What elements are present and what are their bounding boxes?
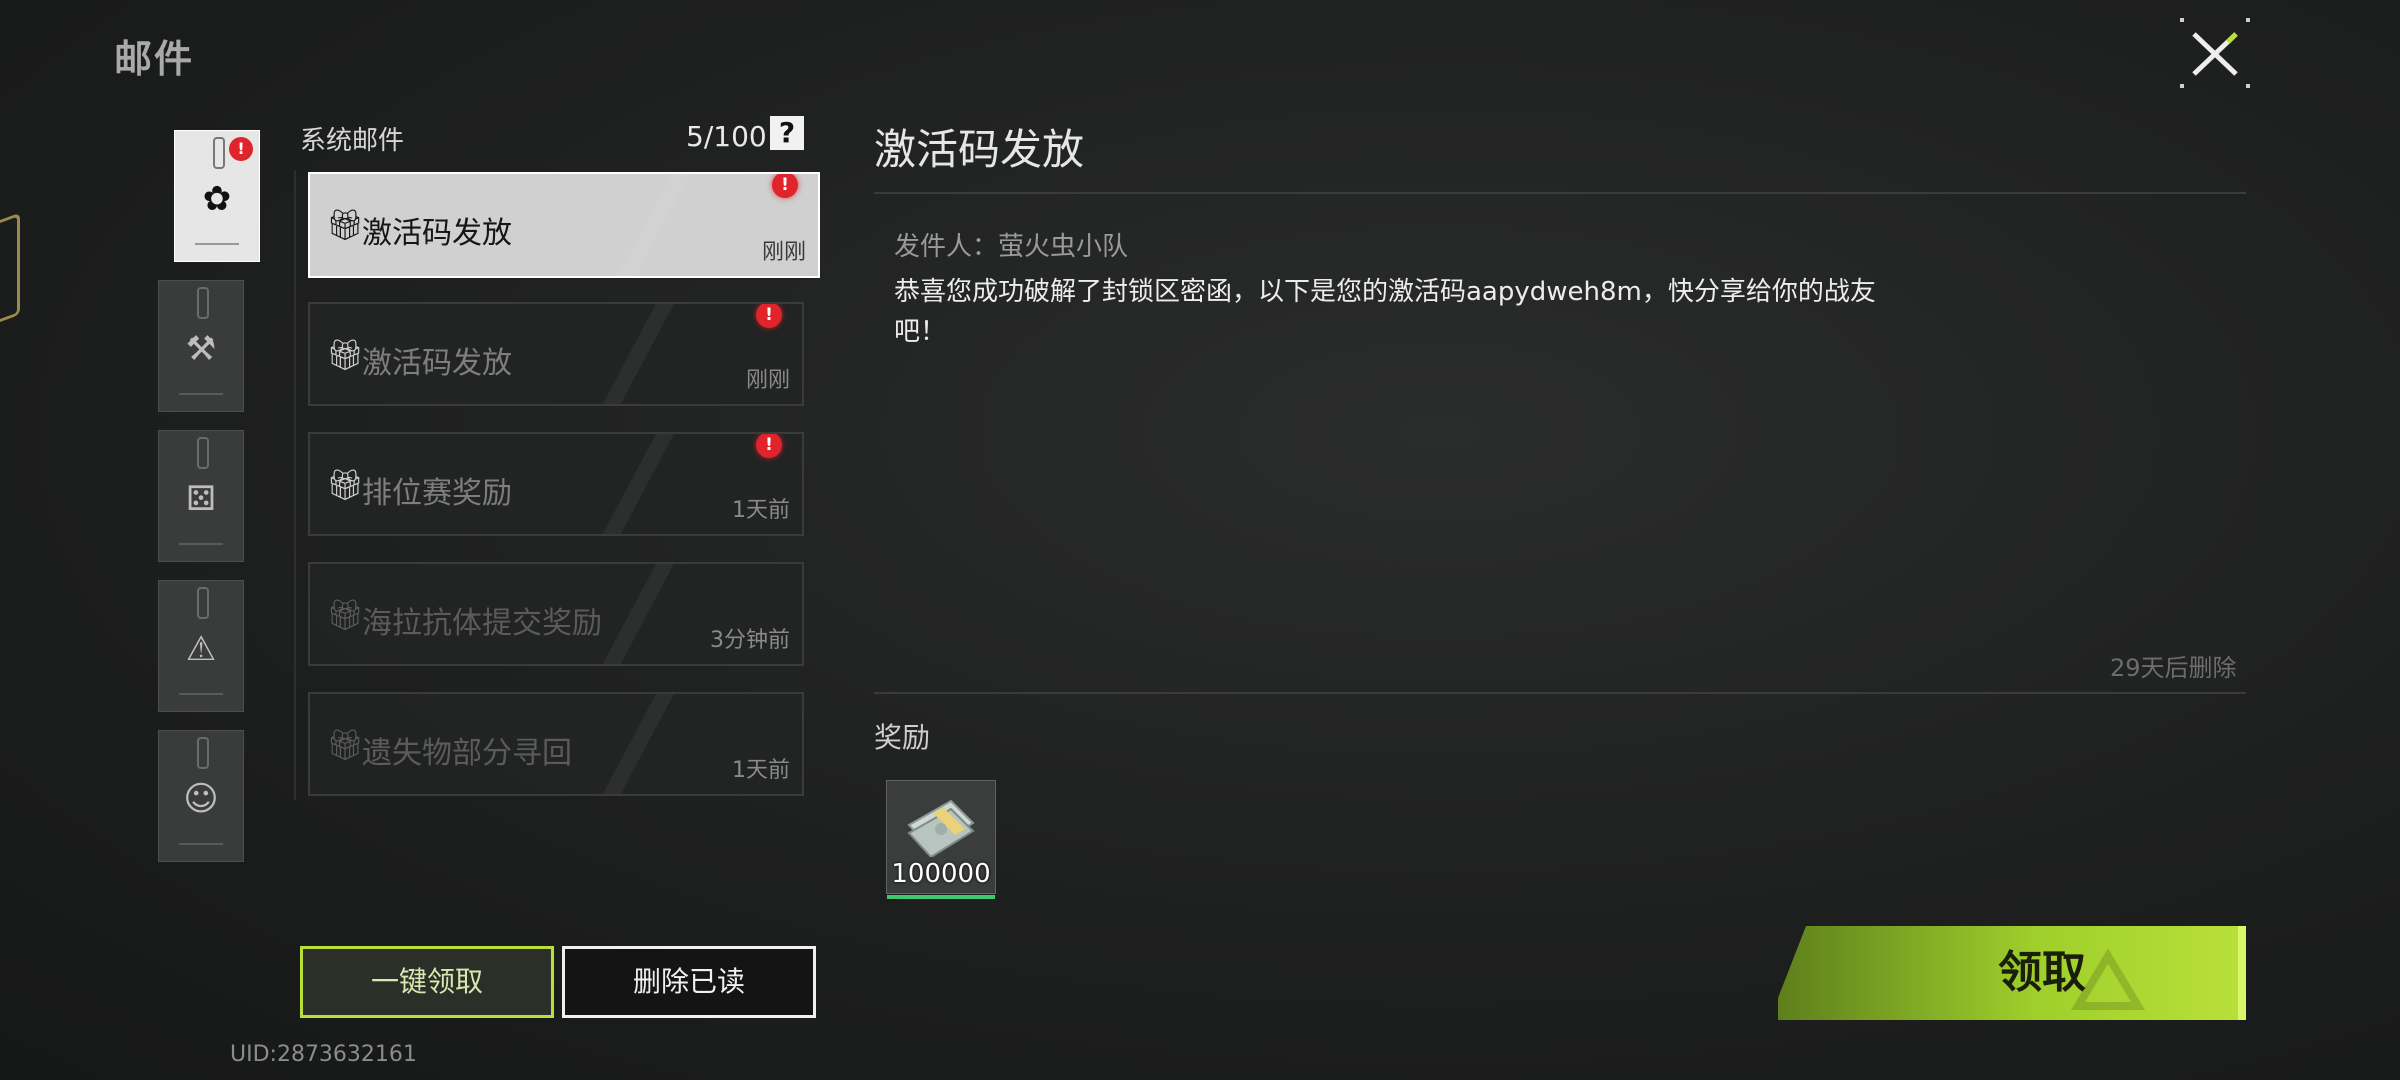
close-button[interactable] [2180,18,2250,88]
warning-icon: ⚠ [185,629,217,669]
gift-open-icon: 🎁︎ [326,728,365,763]
mail-time: 1天前 [732,758,790,783]
claim-button[interactable]: 领取 [1778,926,2246,1020]
help-icon[interactable]: ? [770,116,804,150]
envelope-line [179,693,223,695]
edge-badge [0,212,20,330]
list-divider [294,170,296,800]
reward-quantity: 100000 [891,859,991,889]
unread-badge: ! [772,174,798,198]
avatar-icon: ☺ [183,779,219,819]
mail-subject: 海拉抗体提交奖励 [362,606,602,641]
unread-badge: ! [229,137,253,161]
mail-body: 恭喜您成功破解了封锁区密函，以下是您的激活码aapydweh8m，快分享给你的战… [894,272,1934,352]
category-warning[interactable]: ⚠ [158,580,244,712]
envelope-string [197,737,209,769]
mail-count: 5/100 [686,120,767,153]
divider [874,692,2246,694]
unread-badge: ! [756,304,782,328]
claim-all-button[interactable]: 一键领取 [300,946,554,1018]
mail-subject: 排位赛奖励 [362,476,512,511]
envelope-string [213,137,225,169]
envelope-line [179,843,223,845]
user-id: UID:2873632161 [230,1042,417,1067]
gift-icon: 🎁︎ [326,338,365,373]
envelope-string [197,287,209,319]
mail-subject: 遗失物部分寻回 [362,736,572,771]
mail-body-line: 恭喜您成功破解了封锁区密函，以下是您的激活码aapydweh8m，快分享给你的战… [894,277,1876,307]
expire-notice: 29天后删除 [2110,654,2237,682]
mail-body-line: 吧！ [894,317,947,347]
rarity-bar [887,895,995,899]
delete-read-button[interactable]: 删除已读 [562,946,816,1018]
mail-sender: 发件人：萤火虫小队 [894,232,1129,262]
envelope-line [179,393,223,395]
reward-item[interactable]: 100000 [886,780,996,899]
unread-badge: ! [756,434,782,458]
gavel-icon: ⚒ [185,329,217,369]
mail-time: 刚刚 [745,368,790,393]
page-title: 邮件 [114,37,195,81]
mail-detail-title: 激活码发放 [874,125,1085,174]
mail-item[interactable]: 🎁︎ 遗失物部分寻回 1天前 [308,692,804,796]
gift-icon: 🎁︎ [326,208,365,243]
divider [874,192,2246,194]
category-friends[interactable]: ⚄ [158,430,244,562]
mail-item[interactable]: 🎁︎ 激活码发放 刚刚 ! [308,172,820,278]
dice-icon: ⚄ [186,479,216,519]
reward-label: 奖励 [874,721,931,754]
envelope-string [197,587,209,619]
claim-button-label: 领取 [1998,947,2086,998]
mail-time: 1天前 [732,498,790,523]
category-system[interactable]: ! ✿ [174,130,260,262]
mail-subject: 激活码发放 [362,346,512,381]
mail-time: 3分钟前 [710,628,790,653]
mail-item[interactable]: 🎁︎ 排位赛奖励 1天前 ! [308,432,804,536]
gear-icon: ✿ [202,179,232,219]
gift-open-icon: 🎁︎ [326,598,365,633]
envelope-line [179,543,223,545]
mail-item[interactable]: 🎁︎ 激活码发放 刚刚 ! [308,302,804,406]
mail-subject: 激活码发放 [362,216,512,251]
gift-icon: 🎁︎ [326,468,365,503]
category-avatar[interactable]: ☺ [158,730,244,862]
cash-bundle-icon [907,799,975,857]
close-icon [2192,32,2238,76]
list-title: 系统邮件 [300,126,405,156]
envelope-line [195,243,239,245]
envelope-string [197,437,209,469]
category-trade[interactable]: ⚒ [158,280,244,412]
mail-item[interactable]: 🎁︎ 海拉抗体提交奖励 3分钟前 [308,562,804,666]
mail-time: 刚刚 [761,240,806,265]
